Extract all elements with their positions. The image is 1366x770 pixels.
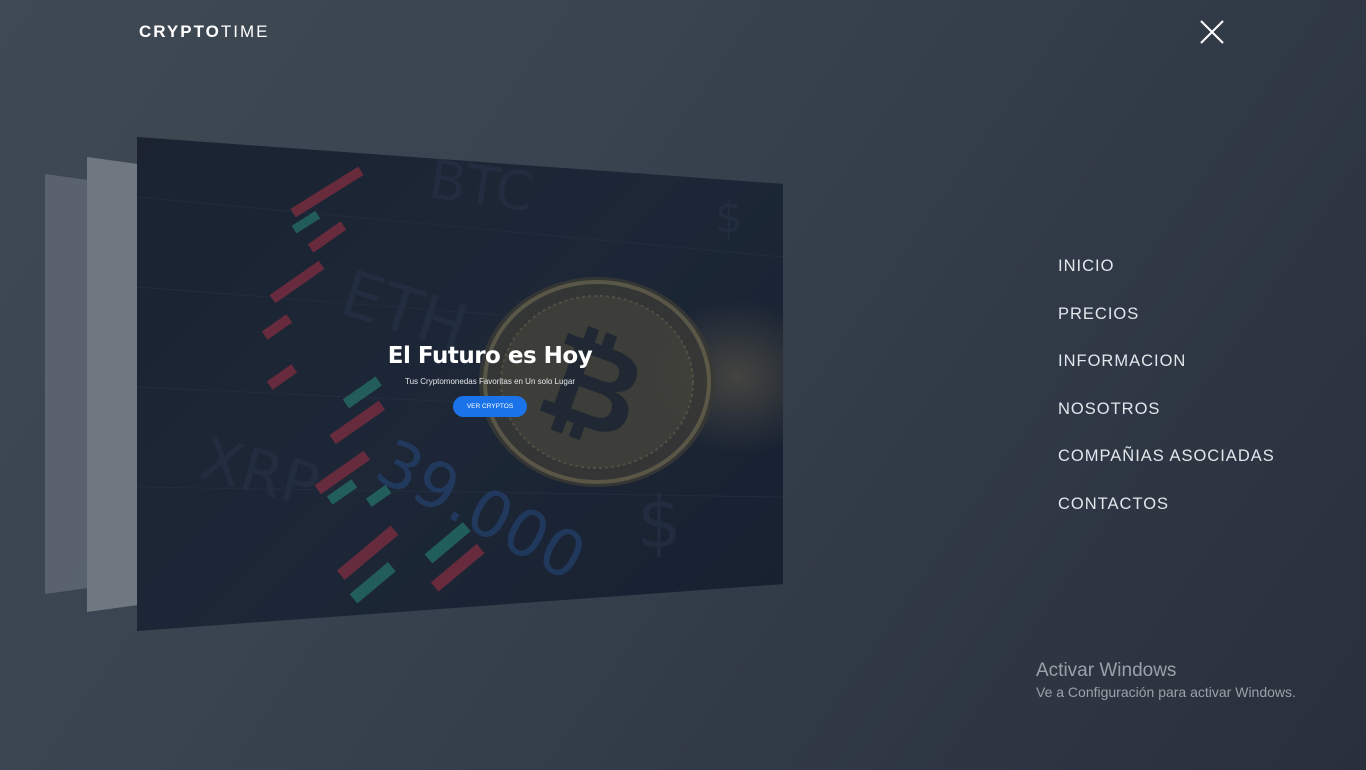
watermark-title: Activar Windows	[1036, 660, 1177, 681]
nav-item-inicio[interactable]: INICIO	[1058, 256, 1275, 304]
watermark-subtitle: Ve a Configuración para activar Windows.	[1036, 684, 1296, 700]
logo-bold: CRYPTO	[139, 22, 221, 41]
hero-content: El Futuro es Hoy Tus Cryptomonedas Favor…	[350, 343, 630, 417]
ver-cryptos-button[interactable]: VER CRYPTOS	[452, 396, 528, 417]
nav-item-contactos[interactable]: CONTACTOS	[1058, 494, 1275, 542]
hero-title: El Futuro es Hoy	[387, 343, 593, 369]
nav-item-nosotros[interactable]: NOSOTROS	[1058, 399, 1275, 447]
logo[interactable]: CRYPTOTIME	[139, 22, 270, 42]
close-menu-button[interactable]	[1198, 18, 1226, 46]
close-icon	[1200, 20, 1224, 44]
nav-item-informacion[interactable]: INFORMACION	[1058, 351, 1275, 399]
windows-activation-watermark: Activar Windows Ve a Configuración para …	[1036, 660, 1296, 700]
logo-light: TIME	[220, 22, 270, 41]
nav-item-companias-asociadas[interactable]: COMPAÑIAS ASOCIADAS	[1058, 446, 1275, 494]
main-nav-menu: INICIO PRECIOS INFORMACION NOSOTROS COMP…	[1058, 256, 1275, 541]
hero-subtitle: Tus Cryptomonedas Favoritas en Un solo L…	[404, 377, 575, 386]
hero-page-preview[interactable]: BTC ETH XRP 39.000 $ $ ₿ El Futuro es Ho…	[137, 137, 783, 631]
nav-item-precios[interactable]: PRECIOS	[1058, 304, 1275, 352]
